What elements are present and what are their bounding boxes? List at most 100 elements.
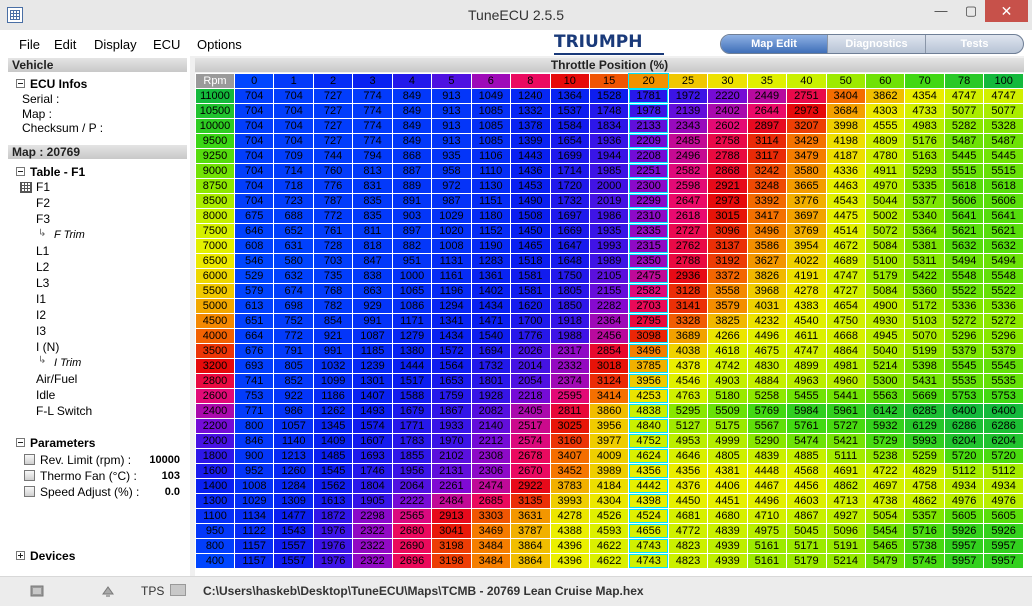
map-cell[interactable]: 2685 [471, 494, 511, 508]
rpm-row-header[interactable]: 10500 [196, 104, 234, 118]
map-cell[interactable]: 800 [235, 419, 274, 433]
map-cell[interactable]: 1122 [235, 524, 274, 538]
map-cell[interactable]: 2208 [629, 149, 668, 163]
map-cell[interactable]: 1732 [550, 194, 589, 208]
close-button[interactable]: ✕ [985, 0, 1028, 22]
map-cell[interactable]: 5716 [905, 524, 944, 538]
map-cell[interactable]: 1399 [511, 134, 550, 148]
map-cell[interactable]: 772 [313, 209, 353, 223]
map-cell[interactable]: 5745 [905, 554, 944, 568]
map-cell[interactable]: 5422 [905, 269, 944, 283]
map-cell[interactable]: 5753 [944, 389, 984, 403]
map-cell[interactable]: 5605 [984, 509, 1023, 523]
map-cell[interactable]: 5632 [984, 239, 1023, 253]
map-cell[interactable]: 1697 [550, 209, 589, 223]
rpm-row-header[interactable]: 10000 [196, 119, 234, 133]
map-cell[interactable]: 4304 [589, 494, 629, 508]
map-cell[interactable]: 4963 [787, 374, 826, 388]
map-cell[interactable]: 1152 [471, 224, 511, 238]
map-cell[interactable]: 1065 [392, 284, 432, 298]
map-cell[interactable]: 3128 [668, 284, 708, 298]
map-cell[interactable]: 4475 [826, 209, 865, 223]
map-cell[interactable]: 5957 [984, 539, 1023, 553]
map-cell[interactable]: 1008 [432, 239, 471, 253]
column-header[interactable]: 78 [944, 74, 984, 88]
map-cell[interactable]: 3627 [747, 254, 787, 268]
map-cell[interactable]: 1131 [432, 254, 471, 268]
map-cell[interactable]: 5618 [984, 179, 1023, 193]
map-cell[interactable]: 5926 [984, 524, 1023, 538]
map-cell[interactable]: 5272 [944, 314, 984, 328]
map-cell[interactable]: 5293 [905, 164, 944, 178]
map-cell[interactable]: 608 [235, 239, 274, 253]
column-header[interactable]: 40 [787, 74, 826, 88]
map-cell[interactable]: 2751 [787, 89, 826, 103]
map-cell[interactable]: 5112 [944, 464, 984, 478]
table-item-idle[interactable]: Idle [36, 388, 55, 402]
map-cell[interactable]: 2105 [589, 269, 629, 283]
map-cell[interactable]: 1436 [511, 164, 550, 178]
map-cell[interactable]: 1465 [511, 239, 550, 253]
rpm-row-header[interactable]: 1300 [196, 494, 234, 508]
map-cell[interactable]: 1776 [511, 329, 550, 343]
rpm-row-header[interactable]: 1100 [196, 509, 234, 523]
map-cell[interactable]: 529 [235, 269, 274, 283]
map-cell[interactable]: 5398 [905, 359, 944, 373]
table-item-i3[interactable]: I3 [36, 324, 46, 338]
map-cell[interactable]: 4976 [984, 494, 1023, 508]
map-cell[interactable]: 4840 [629, 419, 668, 433]
map-cell[interactable]: 5606 [944, 194, 984, 208]
map-cell[interactable]: 831 [353, 179, 392, 193]
map-cell[interactable]: 776 [313, 179, 353, 193]
rpm-row-header[interactable]: 6500 [196, 254, 234, 268]
map-cell[interactable]: 4823 [668, 554, 708, 568]
map-cell[interactable]: 4899 [787, 359, 826, 373]
map-cell[interactable]: 1918 [550, 314, 589, 328]
map-cell[interactable]: 1294 [432, 299, 471, 313]
map-cell[interactable]: 5084 [866, 284, 905, 298]
map-cell[interactable]: 1110 [471, 164, 511, 178]
map-cell[interactable]: 4031 [747, 299, 787, 313]
rpm-row-header[interactable]: 6000 [196, 269, 234, 283]
map-cell[interactable]: 2405 [511, 404, 550, 418]
map-cell[interactable]: 774 [353, 134, 392, 148]
map-cell[interactable]: 4022 [787, 254, 826, 268]
parameters-group[interactable]: Parameters [16, 436, 95, 450]
map-cell[interactable]: 4945 [866, 329, 905, 343]
map-cell[interactable]: 5621 [944, 224, 984, 238]
ecu-connect-icon[interactable] [29, 583, 45, 599]
map-cell[interactable]: 5282 [944, 119, 984, 133]
map-cell[interactable]: 2155 [589, 284, 629, 298]
rpm-row-header[interactable]: 4500 [196, 314, 234, 328]
map-cell[interactable]: 4830 [747, 359, 787, 373]
map-cell[interactable]: 4611 [787, 329, 826, 343]
map-cell[interactable]: 4540 [787, 314, 826, 328]
rpm-row-header[interactable]: 9250 [196, 149, 234, 163]
map-cell[interactable]: 4356 [629, 464, 668, 478]
map-cell[interactable]: 2306 [471, 464, 511, 478]
map-cell[interactable]: 4253 [629, 389, 668, 403]
map-cell[interactable]: 2322 [353, 539, 392, 553]
map-cell[interactable]: 1409 [313, 434, 353, 448]
map-cell[interactable]: 1239 [353, 359, 392, 373]
map-cell[interactable]: 5957 [944, 539, 984, 553]
map-cell[interactable]: 1564 [432, 359, 471, 373]
map-cell[interactable]: 5605 [944, 509, 984, 523]
map-cell[interactable]: 704 [235, 179, 274, 193]
rpm-row-header[interactable]: 3500 [196, 344, 234, 358]
map-cell[interactable]: 5926 [944, 524, 984, 538]
map-cell[interactable]: 1834 [589, 119, 629, 133]
map-cell[interactable]: 3303 [471, 509, 511, 523]
map-cell[interactable]: 2299 [629, 194, 668, 208]
map-cell[interactable]: 4976 [944, 494, 984, 508]
map-cell[interactable]: 2758 [708, 134, 747, 148]
map-cell[interactable]: 1151 [471, 194, 511, 208]
map-cell[interactable]: 3864 [511, 539, 550, 553]
map-cell[interactable]: 882 [392, 239, 432, 253]
map-cell[interactable]: 1620 [511, 299, 550, 313]
map-cell[interactable]: 2282 [589, 299, 629, 313]
map-cell[interactable]: 2014 [511, 359, 550, 373]
map-cell[interactable]: 676 [235, 344, 274, 358]
map-cell[interactable]: 835 [353, 209, 392, 223]
map-cell[interactable]: 4356 [668, 464, 708, 478]
